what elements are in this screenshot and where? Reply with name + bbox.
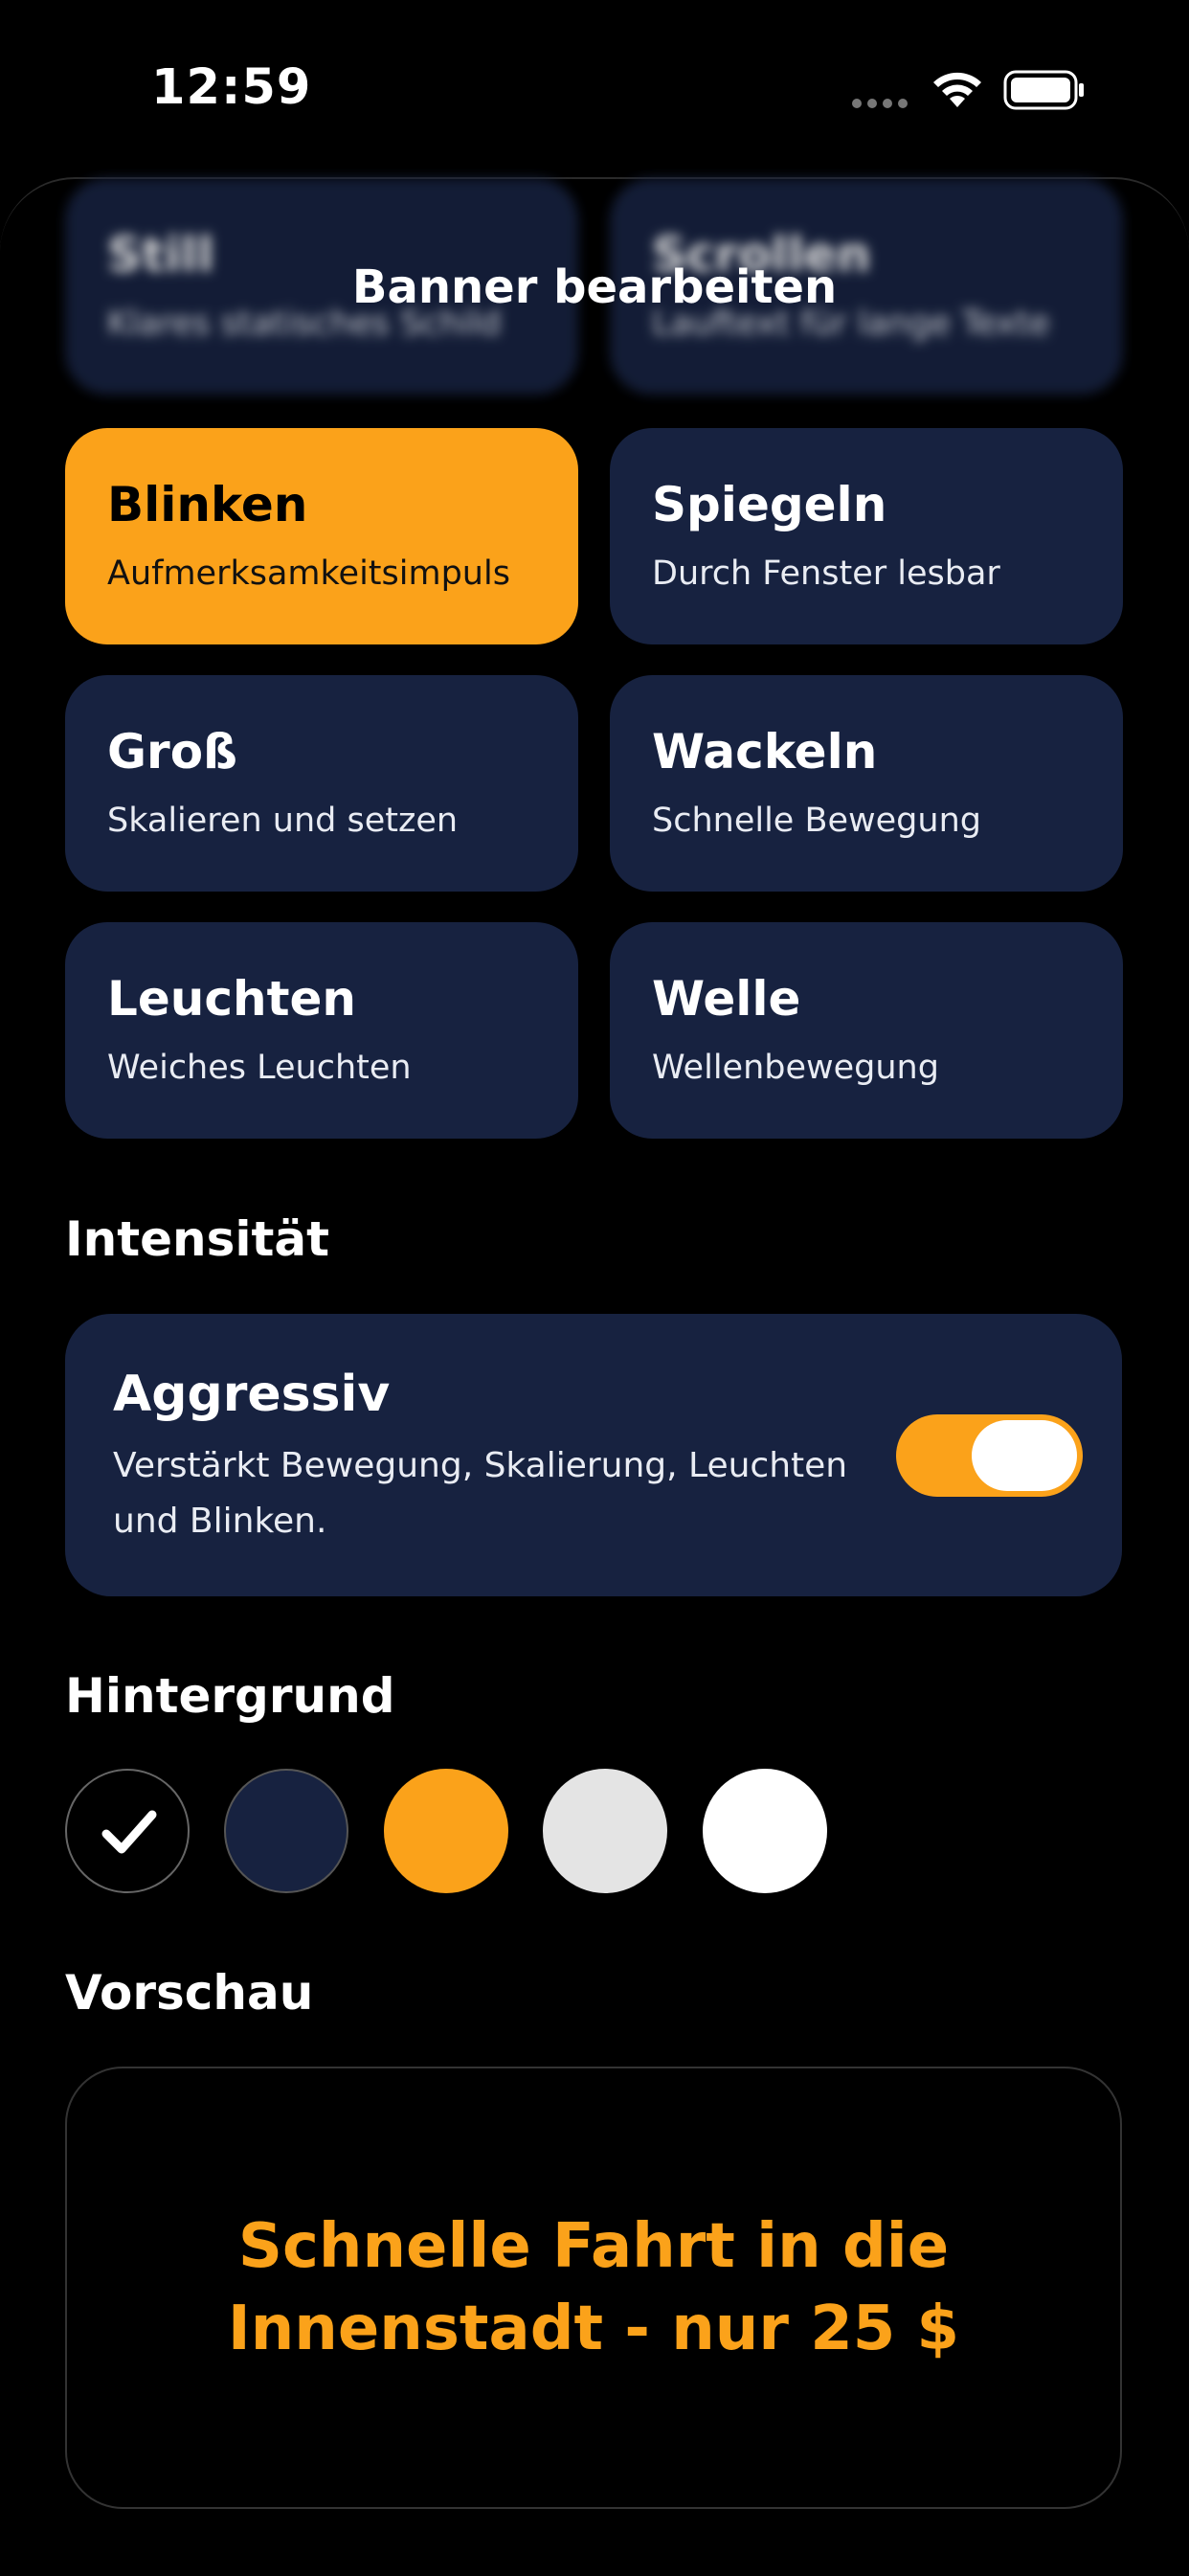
preview-text: Schnelle Fahrt in die Innenstadt - nur 2… bbox=[227, 2211, 960, 2364]
style-card-wackeln[interactable]: Wackeln Schnelle Bewegung bbox=[610, 675, 1123, 892]
intensity-card: Aggressiv Verstärkt Bewegung, Skalierung… bbox=[65, 1314, 1122, 1596]
style-card-title: Leuchten bbox=[107, 971, 357, 1027]
checkmark-icon bbox=[101, 1810, 157, 1854]
background-heading: Hintergrund bbox=[65, 1668, 395, 1724]
style-card-title: Groß bbox=[107, 724, 238, 780]
swatch-white[interactable] bbox=[703, 1769, 827, 1893]
style-card-subtitle: Durch Fenster lesbar bbox=[652, 554, 1000, 593]
status-time: 12:59 bbox=[151, 59, 312, 116]
cellular-signal-icon bbox=[852, 99, 908, 108]
style-card-subtitle: Skalieren und setzen bbox=[107, 802, 459, 840]
wifi-icon bbox=[933, 72, 981, 107]
swatch-black[interactable] bbox=[65, 1769, 190, 1893]
banner-preview: Schnelle Fahrt in die Innenstadt - nur 2… bbox=[65, 2067, 1122, 2509]
style-card-gross[interactable]: Groß Skalieren und setzen bbox=[65, 675, 578, 892]
battery-icon bbox=[1003, 70, 1084, 110]
toggle-knob bbox=[972, 1420, 1077, 1491]
preview-heading: Vorschau bbox=[65, 1965, 314, 2021]
style-card-leuchten[interactable]: Leuchten Weiches Leuchten bbox=[65, 922, 578, 1139]
style-card-welle[interactable]: Welle Wellenbewegung bbox=[610, 922, 1123, 1139]
style-card-spiegeln[interactable]: Spiegeln Durch Fenster lesbar bbox=[610, 428, 1123, 644]
swatch-light-gray[interactable] bbox=[543, 1769, 667, 1893]
aggressive-toggle[interactable] bbox=[896, 1414, 1083, 1497]
sheet-title: Banner bearbeiten bbox=[351, 260, 838, 314]
style-card-title: Welle bbox=[652, 971, 801, 1027]
intensity-subtitle: Verstärkt Bewegung, Skalierung, Leuchten… bbox=[113, 1446, 848, 1541]
style-card-subtitle: Wellenbewegung bbox=[652, 1049, 939, 1087]
swatch-navy[interactable] bbox=[224, 1769, 348, 1893]
style-card-subtitle: Aufmerksamkeitsimpuls bbox=[107, 554, 510, 593]
style-card-blinken[interactable]: Blinken Aufmerksamkeitsimpuls bbox=[65, 428, 578, 644]
style-card-title: Blinken bbox=[107, 477, 308, 532]
style-card-subtitle: Weiches Leuchten bbox=[107, 1049, 412, 1087]
style-card-title: Wackeln bbox=[652, 724, 878, 780]
swatch-orange[interactable] bbox=[384, 1769, 508, 1893]
style-card-title: Spiegeln bbox=[652, 477, 887, 532]
style-card-subtitle: Schnelle Bewegung bbox=[652, 802, 981, 840]
intensity-heading: Intensität bbox=[65, 1211, 330, 1267]
